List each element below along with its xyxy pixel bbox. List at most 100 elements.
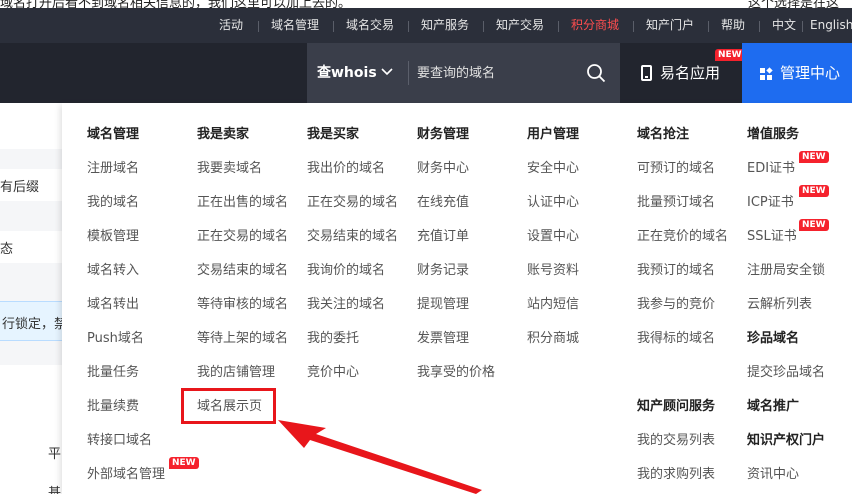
menu-item[interactable]: 提现管理: [417, 296, 469, 314]
menu-item[interactable]: 我参与的竞价: [637, 296, 715, 314]
management-center-button[interactable]: 管理中心: [742, 43, 852, 103]
topnav-lang-zh[interactable]: 中文: [772, 8, 796, 43]
menu-item[interactable]: 域名转出: [87, 296, 139, 314]
menu-item[interactable]: 在线充值: [417, 194, 469, 212]
topnav-points-mall[interactable]: 积分商城: [571, 8, 619, 43]
menu-item[interactable]: 资讯中心: [747, 466, 799, 484]
top-strip: 域名打开后看不到域名相关信息的，我们这里可以加上去的。 这个选择是在这: [0, 0, 852, 8]
topnav-separator: [558, 21, 559, 32]
menu-item-external-domain[interactable]: 外部域名管理 NEW: [87, 457, 199, 484]
menu-item[interactable]: 批量续费: [87, 398, 139, 416]
menu-item[interactable]: 我要卖域名: [197, 160, 262, 178]
menu-item[interactable]: 交易结束的域名: [307, 228, 398, 246]
menu-item[interactable]: 我出价的域名: [307, 160, 385, 178]
apps-label: 易名应用: [660, 64, 721, 82]
topnav-separator: [408, 21, 409, 32]
menu-item[interactable]: 批量任务: [87, 364, 139, 382]
topnav-domain-trade[interactable]: 域名交易: [346, 8, 394, 43]
grid-icon: [760, 67, 773, 81]
menu-item[interactable]: Push域名: [87, 330, 144, 348]
bg-row: [0, 103, 62, 149]
topnav-ip-portal[interactable]: 知产门户: [646, 8, 694, 43]
menu-item[interactable]: 域名转入: [87, 262, 139, 280]
new-badge: NEW: [715, 49, 745, 61]
menu-item-edi[interactable]: EDI证书 NEW: [747, 151, 829, 178]
menu-item[interactable]: 站内短信: [527, 296, 579, 314]
menu-item[interactable]: 我关注的域名: [307, 296, 385, 314]
menu-item[interactable]: 账号资料: [527, 262, 579, 280]
new-badge: NEW: [169, 457, 199, 469]
bg-row: 平 基: [0, 365, 62, 494]
topnav-help[interactable]: 帮助: [721, 8, 745, 43]
topnav-separator: [633, 21, 634, 32]
menu-item[interactable]: 我的交易列表: [637, 432, 715, 450]
menu-item-ssl[interactable]: SSL证书 NEW: [747, 219, 829, 246]
menu-item[interactable]: 模板管理: [87, 228, 139, 246]
menu-item[interactable]: 等待上架的域名: [197, 330, 288, 348]
topnav-ip-service[interactable]: 知产服务: [421, 8, 469, 43]
menu-item[interactable]: 转接口域名: [87, 432, 152, 450]
topnav-ip-trade[interactable]: 知产交易: [496, 8, 544, 43]
topnav-separator: [258, 21, 259, 32]
search-divider: [408, 61, 409, 85]
new-badge: NEW: [799, 185, 829, 197]
menu-header: 域名抢注: [637, 127, 690, 142]
menu-item[interactable]: 提交珍品域名: [747, 364, 825, 382]
menu-item[interactable]: 竞价中心: [307, 364, 359, 382]
menu-item[interactable]: 正在竞价的域名: [637, 228, 728, 246]
topnav-domain-mgmt[interactable]: 域名管理: [271, 8, 319, 43]
menu-item[interactable]: 我预订的域名: [637, 262, 715, 280]
menu-item[interactable]: 正在交易的域名: [307, 194, 398, 212]
bg-notice: 行锁定，禁: [0, 301, 62, 341]
menu-item[interactable]: 财务中心: [417, 160, 469, 178]
menu-item[interactable]: 我询价的域名: [307, 262, 385, 280]
bg-table-text: 基: [48, 486, 62, 494]
topnav-separator: [333, 21, 334, 32]
menu-header: 域名管理: [87, 127, 140, 142]
topnav-lang-en[interactable]: English: [810, 8, 852, 43]
menu-item[interactable]: 设置中心: [527, 228, 579, 246]
menu-item[interactable]: 注册域名: [87, 160, 139, 178]
search-type-select[interactable]: 查whois: [317, 43, 377, 103]
menu-item[interactable]: 正在出售的域名: [197, 194, 288, 212]
menu-item[interactable]: 安全中心: [527, 160, 579, 178]
menu-item[interactable]: 正在交易的域名: [197, 228, 288, 246]
top-strip-text: 域名打开后看不到域名相关信息的，我们这里可以加上去的。: [0, 0, 352, 8]
bg-row: 有后缀: [0, 169, 62, 201]
bg-table-text: 平: [48, 447, 62, 462]
menu-item[interactable]: 我享受的价格: [417, 364, 495, 382]
menu-item[interactable]: 我得标的域名: [637, 330, 715, 348]
top-strip-text-right: 这个选择是在这: [748, 0, 840, 8]
annotation-highlight-box: [181, 388, 276, 424]
menu-item[interactable]: 充值订单: [417, 228, 469, 246]
domain-search-input[interactable]: [417, 58, 582, 88]
chevron-down-icon[interactable]: [381, 67, 393, 77]
menu-item[interactable]: 批量预订域名: [637, 194, 715, 212]
menu-item[interactable]: 我的委托: [307, 330, 359, 348]
menu-header: 我是买家: [307, 127, 360, 142]
menu-item[interactable]: 积分商城: [527, 330, 579, 348]
menu-item-label: EDI证书: [747, 161, 796, 176]
menu-item[interactable]: 注册局安全锁: [747, 262, 825, 280]
menu-item[interactable]: 交易结束的域名: [197, 262, 288, 280]
menu-item[interactable]: 可预订的域名: [637, 160, 715, 178]
topnav-separator: [802, 21, 803, 32]
menu-item[interactable]: 等待审核的域名: [197, 296, 288, 314]
menu-item[interactable]: 发票管理: [417, 330, 469, 348]
apps-button[interactable]: 易名应用 NEW: [622, 43, 745, 103]
menu-header: 用户管理: [527, 127, 580, 142]
menu-header: 财务管理: [417, 127, 470, 142]
menu-item[interactable]: 我的店铺管理: [197, 364, 275, 382]
menu-item[interactable]: 云解析列表: [747, 296, 812, 314]
menu-item[interactable]: 财务记录: [417, 262, 469, 280]
topnav-activity[interactable]: 活动: [219, 8, 243, 43]
bg-row-text: 有后缀: [0, 180, 40, 195]
topnav-separator: [483, 21, 484, 32]
menu-item[interactable]: 认证中心: [527, 194, 579, 212]
search-icon[interactable]: [586, 63, 606, 83]
menu-item[interactable]: 我的域名: [87, 194, 139, 212]
new-badge: NEW: [799, 219, 829, 231]
menu-item-icp[interactable]: ICP证书 NEW: [747, 185, 829, 212]
menu-item[interactable]: 我的求购列表: [637, 466, 715, 484]
phone-icon: [641, 65, 652, 81]
